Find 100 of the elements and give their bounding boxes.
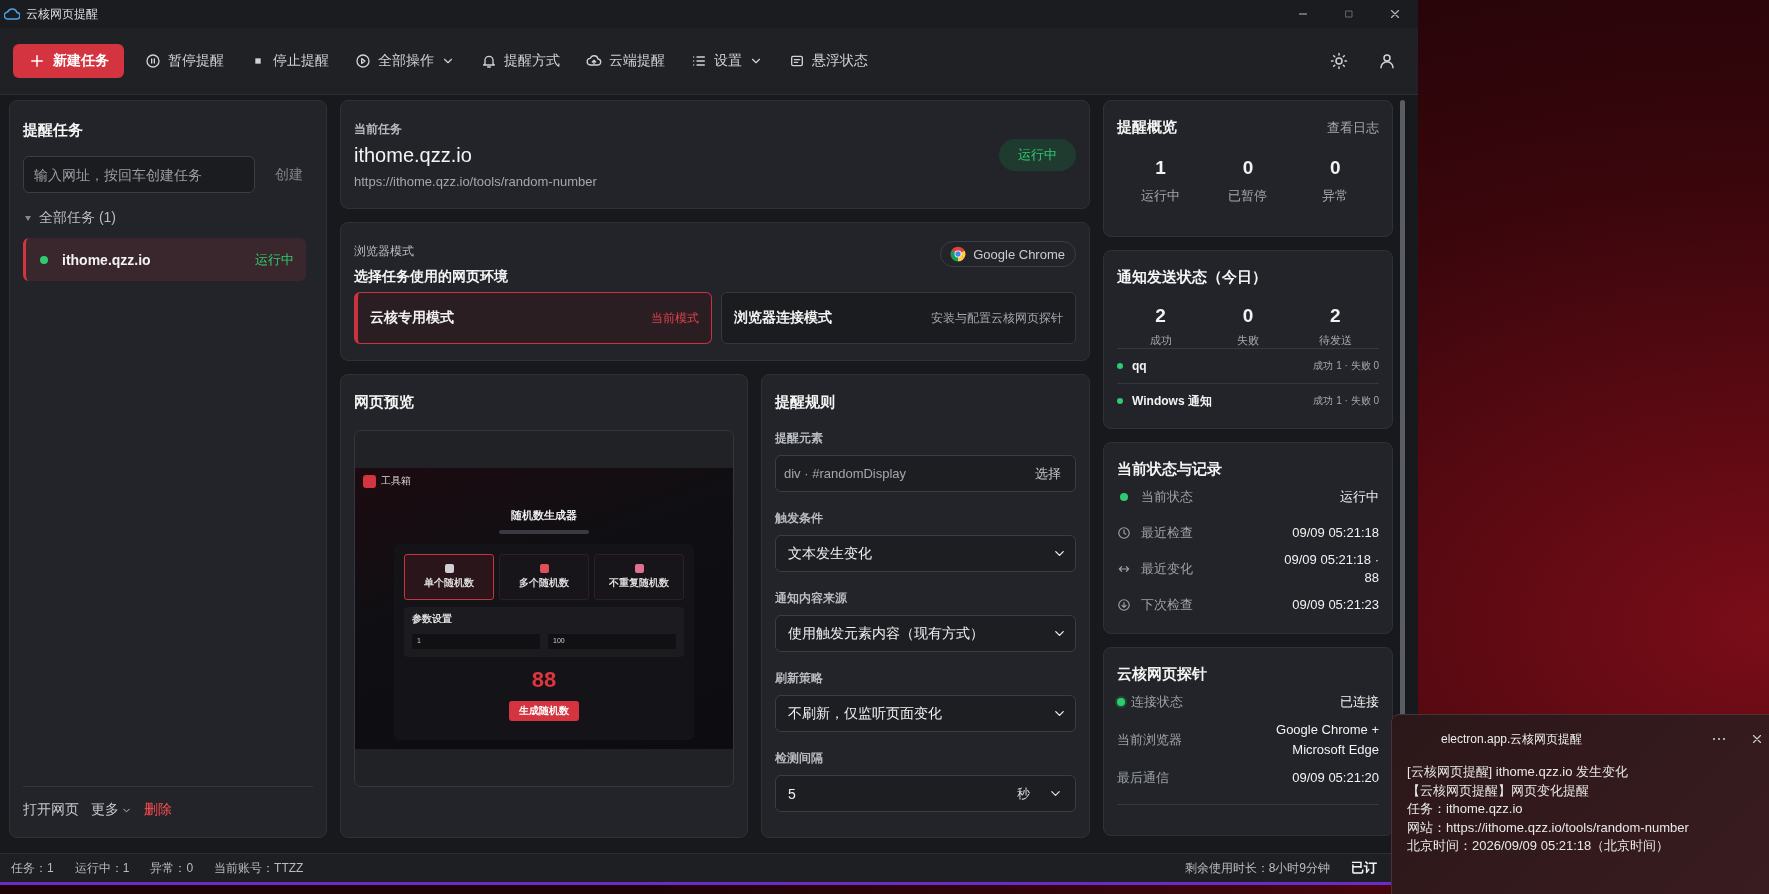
toolbar-button[interactable]: 提醒方式 [470,44,571,78]
toolbar-button[interactable]: 停止提醒 [239,44,340,78]
status-item: 任务：1 [11,859,54,877]
field-label: 通知内容来源 [775,590,848,607]
more-menu-button[interactable]: 更多 [91,801,132,819]
create-button[interactable]: 创建 [267,159,311,190]
chrome-logo-icon [950,246,967,262]
arrow-down-circle-icon [1117,598,1131,612]
unit-dropdown[interactable]: 秒 [1013,784,1067,803]
element-picker-field[interactable]: div · #randomDisplay 选择 [775,455,1076,492]
stat-label: 待发送 [1318,333,1352,348]
dropdown-field[interactable]: 文本发生变化 [775,535,1076,572]
app-logo-icon [4,8,20,20]
status-dot-icon [1120,493,1128,501]
site-logo-icon [363,474,376,488]
window-title: 云核网页提醒 [26,5,98,23]
task-url: https://ithome.qzz.io/tools/random-number [354,173,598,189]
url-input[interactable]: 输入网址，按回车创建任务 [23,156,255,193]
close-icon [1388,7,1402,21]
view-log-link[interactable]: 查看日志 [1327,118,1379,137]
task-title: ithome.qzz.io [354,143,473,167]
toast-message-line: 任务：ithome.qzz.io [1407,800,1524,818]
result-number: 88 [530,667,558,693]
page-heading: 随机数生成器 [510,508,578,523]
subscription-status: 已订 [1351,859,1377,877]
toast-message-line: 网站：https://ithome.qzz.io/tools/random-number [1407,818,1690,837]
status-item: 异常：0 [150,859,194,877]
mode-tile[interactable]: 多个随机数 [499,554,589,600]
remaining-time: 剩余使用时长：8小时9分钟 [1184,859,1330,877]
tree-group-label[interactable]: 全部任务 (1) [39,209,116,227]
toolbar-button[interactable]: 悬浮状态 [778,44,879,78]
user-icon [1378,52,1396,70]
panel-title: 当前状态与记录 [1117,460,1223,479]
task-item[interactable]: ithome.qzz.io 运行中 [23,238,306,281]
section-label: 浏览器模式 [354,243,415,260]
mode-symbol-icon [444,564,454,573]
maximize-icon [1343,8,1355,20]
generate-button[interactable]: 生成随机数 [509,701,579,721]
clock-icon [1117,526,1131,540]
record-label: 最后通信 [1117,769,1169,787]
status-item: 运行中：1 [74,859,130,877]
record-value: 运行中 [1340,488,1379,506]
task-name: ithome.qzz.io [62,251,152,268]
mode-symbol-icon [539,564,549,573]
bell-icon [481,53,497,69]
new-task-button[interactable]: 新建任务 [13,44,124,78]
status-badge: 运行中 [999,138,1076,171]
toast-message-line: 北京时间：2026/09/09 05:21:18（北京时间） [1407,837,1671,855]
toolbar-button[interactable]: 云端提醒 [575,44,676,78]
stat-label: 失败 [1237,333,1259,348]
record-value: 09/09 05:21:18 [1292,524,1379,542]
toolbar-button[interactable]: 设置 [680,44,774,78]
toast-message-line: [云核网页提醒] ithome.qzz.io 发生变化 [1407,763,1630,781]
section-title: 选择任务使用的网页环境 [354,268,509,286]
site-brand: 工具箱 [381,474,411,488]
panel-title: 提醒任务 [23,121,84,140]
dropdown-field[interactable]: 不刷新，仅监听页面变化 [775,695,1076,732]
list-icon [691,53,707,69]
stat-value: 0 [1330,157,1341,179]
stat-value: 2 [1330,305,1341,327]
record-value: 已连接 [1340,693,1379,711]
play-icon [355,53,371,69]
mode-option[interactable]: 云核专用模式 当前模式 [354,292,712,344]
channel-detail: 成功 1 · 失败 0 [1313,359,1379,373]
stat-label: 成功 [1149,333,1172,348]
stat-label: 异常 [1322,187,1349,205]
stat-value: 1 [1155,157,1166,179]
mode-option[interactable]: 浏览器连接模式 安装与配置云核网页探针 [721,292,1076,344]
field-label: 刷新策略 [775,670,824,687]
stat-value: 0 [1242,157,1254,179]
pause-icon [145,53,161,69]
toast-app-name: electron.app.云核网页提醒 [1441,730,1584,748]
select-element-button[interactable]: 选择 [1029,463,1067,484]
record-value: Google Chrome + Microsoft Edge [1275,721,1379,759]
stat-label: 运行中 [1141,187,1181,205]
panel-title: 云核网页探针 [1117,665,1208,684]
delete-button[interactable]: 删除 [144,801,172,819]
interval-field[interactable]: 5 秒 [775,775,1076,812]
panel-title: 提醒概览 [1117,118,1177,137]
connected-dot-icon [1117,698,1125,706]
sun-icon [1330,52,1348,70]
record-label: 当前浏览器 [1117,731,1182,749]
toast-message-line: 【云核网页提醒】网页变化提醒 [1407,781,1590,800]
toolbar-button[interactable]: 暂停提醒 [134,44,235,78]
stat-value: 0 [1242,305,1254,327]
panel-title: 提醒规则 [775,393,836,412]
record-label: 最近检查 [1141,524,1193,542]
record-label: 最近变化 [1141,560,1193,578]
plus-icon [28,52,46,70]
record-label: 连接状态 [1131,693,1183,711]
task-status: 运行中 [255,250,294,269]
open-page-link[interactable]: 打开网页 [23,801,79,819]
record-value: 09/09 05:21:23 [1292,596,1379,614]
mode-tile[interactable]: 不重复随机数 [594,554,684,600]
channel-detail: 成功 1 · 失败 0 [1313,394,1379,408]
field-label: 检测间隔 [775,750,824,767]
dropdown-field[interactable]: 使用触发元素内容（现有方式） [775,615,1076,652]
mode-tile[interactable]: 单个随机数 [404,554,494,600]
toolbar-button[interactable]: 全部操作 [344,44,466,78]
record-value: 09/09 05:21:18 · 88 [1283,551,1379,587]
